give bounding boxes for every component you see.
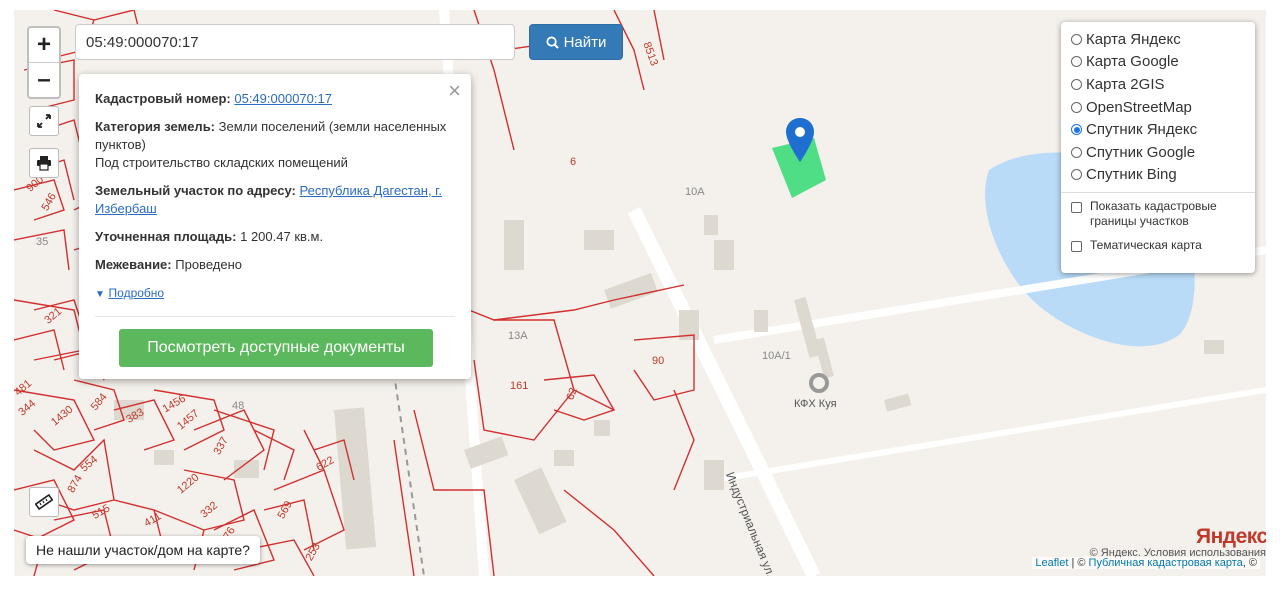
view-documents-button[interactable]: Посмотреть доступные документы — [119, 329, 433, 367]
details-row: ▼ Подробно — [95, 284, 455, 304]
parcel-label: 6 — [570, 156, 577, 168]
thematic-map-label: Тематическая карта — [1090, 238, 1202, 253]
close-icon[interactable]: × — [448, 78, 461, 104]
survey-row: Межевание: Проведено — [95, 256, 455, 274]
land-category-row: Категория земель: Земли поселений (земли… — [95, 118, 455, 172]
zoom-in-button[interactable]: + — [29, 28, 59, 63]
survey-value: Проведено — [175, 257, 242, 272]
checkbox-icon[interactable] — [1071, 241, 1082, 253]
attribution-separator: | © — [1068, 557, 1089, 569]
radio-icon[interactable] — [1071, 146, 1082, 158]
map-attribution: Leaflet | © Публичная кадастровая карта,… — [1032, 557, 1260, 569]
zoom-out-button[interactable]: – — [29, 63, 59, 97]
layer-option-label: Спутник Bing — [1086, 166, 1177, 184]
radio-icon[interactable] — [1071, 169, 1082, 181]
layer-option[interactable]: Спутник Яндекс — [1071, 118, 1245, 141]
radio-icon[interactable] — [1071, 56, 1082, 68]
layer-option-label: Спутник Яндекс — [1086, 121, 1198, 139]
layer-option-label: Карта Google — [1086, 53, 1179, 71]
radio-icon[interactable] — [1071, 124, 1082, 136]
layer-option[interactable]: Спутник Google — [1071, 141, 1245, 164]
layer-option-label: Карта Яндекс — [1086, 30, 1181, 48]
layer-option-label: Карта 2GIS — [1086, 75, 1165, 93]
printer-icon — [37, 156, 51, 171]
layer-option-label: Спутник Google — [1086, 143, 1196, 161]
cadastral-number-row: Кадастровый номер: 05:49:000070:17 — [95, 90, 455, 108]
land-category-label: Категория земель: — [95, 119, 216, 134]
measure-button[interactable] — [29, 487, 59, 517]
parcel-label: 35 — [36, 236, 49, 248]
radio-icon[interactable] — [1071, 78, 1082, 90]
address-row: Земельный участок по адресу: Республика … — [95, 182, 455, 218]
not-found-button[interactable]: Не нашли участок/дом на карте? — [26, 536, 260, 564]
survey-label: Межевание: — [95, 257, 172, 272]
leaflet-link[interactable]: Leaflet — [1035, 557, 1068, 569]
area-row: Уточненная площадь: 1 200.47 кв.м. — [95, 228, 455, 246]
layer-option[interactable]: Карта 2GIS — [1071, 73, 1245, 96]
radio-icon[interactable] — [1071, 33, 1082, 45]
parcel-label: 90 — [652, 355, 665, 367]
parcel-label: 48 — [232, 400, 245, 412]
cadastral-number-label: Кадастровый номер: — [95, 91, 231, 106]
find-button[interactable]: Найти — [529, 24, 623, 60]
thematic-map-checkbox[interactable]: Тематическая карта — [1071, 238, 1245, 253]
fullscreen-icon — [37, 114, 51, 128]
ruler-icon — [35, 493, 53, 511]
area-value: 1 200.47 кв.м. — [240, 229, 324, 244]
details-link[interactable]: Подробно — [109, 286, 165, 300]
location-marker-icon[interactable] — [786, 118, 814, 162]
checkbox-icon[interactable] — [1071, 202, 1082, 214]
print-button[interactable] — [29, 148, 59, 178]
area-label: Уточненная площадь: — [95, 229, 237, 244]
find-button-label: Найти — [563, 33, 607, 51]
parcel-label: 13А — [508, 330, 528, 342]
layer-option[interactable]: Карта Яндекс — [1071, 28, 1245, 51]
caret-down-icon: ▼ — [95, 289, 105, 300]
fullscreen-button[interactable] — [29, 106, 59, 136]
attribution-suffix: , © — [1242, 557, 1257, 569]
radio-icon[interactable] — [1071, 101, 1082, 113]
search-icon — [546, 35, 559, 49]
layer-switcher: Карта Яндекс Карта Google Карта 2GIS OpenSt… — [1061, 22, 1255, 273]
parcel-info-popup: × Кадастровый номер: 05:49:000070:17 Кат… — [79, 74, 471, 379]
pkk-link[interactable]: Публичная кадастровая карта — [1089, 557, 1243, 569]
yandex-logo: Яндекс — [1196, 525, 1266, 548]
parcel-label: 10А/1 — [762, 350, 791, 362]
layer-option[interactable]: Карта Google — [1071, 51, 1245, 74]
cadastral-search-input[interactable] — [75, 24, 515, 60]
address-label: Земельный участок по адресу: — [95, 183, 296, 198]
poi-label: КФХ Куя — [794, 398, 837, 410]
layer-option-label: OpenStreetMap — [1086, 98, 1192, 116]
permitted-use-value: Под строительство складских помещений — [95, 155, 348, 170]
parcel-label: 161 — [510, 380, 529, 392]
cadastral-number-link[interactable]: 05:49:000070:17 — [234, 91, 332, 106]
layer-switcher-divider — [1061, 192, 1255, 194]
layer-option[interactable]: OpenStreetMap — [1071, 96, 1245, 119]
popup-divider — [95, 316, 455, 317]
layer-option[interactable]: Спутник Bing — [1071, 164, 1245, 187]
parcel-label: 10А — [685, 186, 705, 198]
zoom-control: + – — [27, 26, 61, 99]
poi-icon — [809, 373, 829, 393]
cadastral-borders-checkbox[interactable]: Показать кадастровые границы участков — [1071, 199, 1245, 229]
cadastral-borders-label: Показать кадастровые границы участков — [1090, 199, 1217, 229]
